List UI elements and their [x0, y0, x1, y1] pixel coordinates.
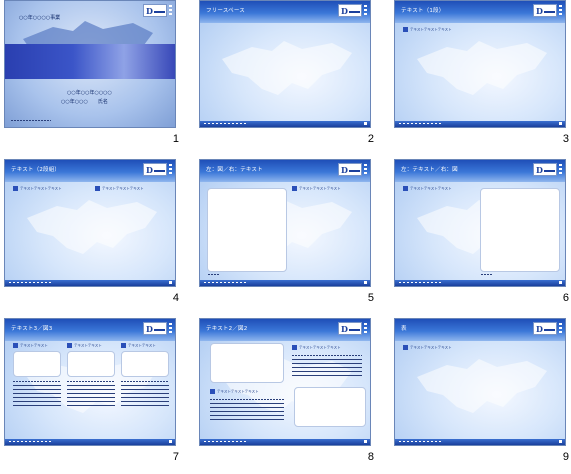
slide-number: 1	[172, 133, 179, 145]
world-map-icon	[27, 200, 157, 254]
slide-title: テキスト3／図3	[11, 326, 53, 332]
slide-thumbnail-5[interactable]: 左：図／右：テキスト D テキストテキストテキスト 5	[195, 159, 385, 315]
slide-title: 左：テキスト／右：図	[401, 167, 458, 173]
author-text: ○○年○○○ 氏名	[61, 99, 108, 105]
company-logo: D	[338, 4, 362, 17]
image-placeholder	[207, 188, 287, 272]
slide-thumbnail-4[interactable]: テキスト（2段組） D テキストテキストテキスト テキストテキストテキスト 4	[0, 159, 190, 315]
title-band	[5, 44, 175, 79]
slide-4[interactable]: テキスト（2段組） D テキストテキストテキスト テキストテキストテキスト	[4, 159, 176, 287]
grip-icon	[169, 5, 172, 15]
world-map-icon	[417, 359, 547, 413]
slide-number: 6	[562, 292, 569, 304]
slide-number: 8	[367, 451, 374, 463]
company-logo: D	[338, 322, 362, 335]
bullet-text: テキストテキスト	[67, 343, 102, 349]
image-placeholder	[210, 343, 284, 383]
image-placeholder	[67, 351, 115, 377]
slide-number: 3	[562, 133, 569, 145]
world-map-icon	[222, 41, 352, 95]
bullet-text: テキストテキストテキスト	[403, 186, 452, 192]
text-lines	[292, 355, 362, 356]
grip-icon	[169, 164, 172, 174]
slide-number: 7	[172, 451, 179, 463]
slide-title: フリースペース	[206, 8, 245, 14]
footer-dots	[11, 120, 51, 121]
text-lines	[121, 381, 169, 382]
slide-thumbnail-6[interactable]: 左：テキスト／右：図 D テキストテキストテキスト 6	[390, 159, 571, 315]
slide-2[interactable]: フリースペース D	[199, 0, 371, 128]
slide-title: テキスト（1段）	[401, 8, 445, 14]
grip-icon	[559, 164, 562, 174]
slide-footer	[395, 121, 565, 127]
slide-footer	[395, 439, 565, 445]
slide-thumbnail-7[interactable]: テキスト3／図3 D テキストテキスト テキストテキスト テキストテキスト 7	[0, 318, 190, 474]
grip-icon	[559, 5, 562, 15]
slide-number: 9	[562, 451, 569, 463]
slide-footer	[200, 121, 370, 127]
slide-number: 2	[367, 133, 374, 145]
grip-icon	[364, 5, 367, 15]
slide-thumbnail-8[interactable]: テキスト2／図2 D テキストテキストテキスト テキストテキストテキスト 8	[195, 318, 385, 474]
slide-title: テキスト（2段組）	[11, 167, 61, 173]
bullet-text: テキストテキストテキスト	[292, 345, 341, 351]
slide-title: テキスト2／図2	[206, 326, 248, 332]
slide-footer	[200, 439, 370, 445]
slide-5[interactable]: 左：図／右：テキスト D テキストテキストテキスト	[199, 159, 371, 287]
caption-dots	[208, 274, 220, 275]
grip-icon	[559, 323, 562, 333]
company-logo: D	[533, 163, 557, 176]
image-placeholder	[294, 387, 366, 427]
text-lines	[210, 399, 284, 400]
text-lines	[67, 381, 115, 382]
slide-thumbnail-9[interactable]: 表 D テキストテキストテキスト 9	[390, 318, 571, 474]
grip-icon	[169, 323, 172, 333]
grip-icon	[364, 323, 367, 333]
slide-thumbnail-2[interactable]: フリースペース D 2	[195, 0, 385, 156]
slide-1[interactable]: D ○○年○○○○事業 ○○年○○年○○○○ ○○年○○○ 氏名	[4, 0, 176, 128]
company-logo: D	[143, 163, 167, 176]
company-logo: D	[533, 4, 557, 17]
bullet-text: テキストテキスト	[13, 343, 48, 349]
bullet-text: テキストテキストテキスト	[292, 186, 341, 192]
slide-7[interactable]: テキスト3／図3 D テキストテキスト テキストテキスト テキストテキスト	[4, 318, 176, 446]
bullet-text: テキストテキストテキスト	[403, 345, 452, 351]
slide-title: 表	[401, 326, 407, 332]
bullet-text: テキストテキストテキスト	[95, 186, 144, 192]
image-placeholder	[13, 351, 61, 377]
slide-number: 4	[172, 292, 179, 304]
text-lines	[13, 381, 61, 382]
slide-number: 5	[367, 292, 374, 304]
company-logo: D	[533, 322, 557, 335]
slide-title: 左：図／右：テキスト	[206, 167, 263, 173]
slide-footer	[395, 280, 565, 286]
company-logo: D	[338, 163, 362, 176]
grip-icon	[364, 164, 367, 174]
bullet-text: テキストテキストテキスト	[210, 389, 259, 395]
company-logo: D	[143, 322, 167, 335]
slide-thumbnail-1[interactable]: D ○○年○○○○事業 ○○年○○年○○○○ ○○年○○○ 氏名 1	[0, 0, 190, 156]
bullet-text: テキストテキストテキスト	[403, 27, 452, 33]
slide-8[interactable]: テキスト2／図2 D テキストテキストテキスト テキストテキストテキスト	[199, 318, 371, 446]
bullet-text: テキストテキスト	[121, 343, 156, 349]
world-map-icon	[417, 41, 547, 95]
caption-dots	[481, 274, 493, 275]
slide-6[interactable]: 左：テキスト／右：図 D テキストテキストテキスト	[394, 159, 566, 287]
slide-footer	[5, 280, 175, 286]
slide-footer	[5, 439, 175, 445]
subtitle-text: ○○年○○年○○○○	[67, 90, 112, 96]
bullet-text: テキストテキストテキスト	[13, 186, 62, 192]
image-placeholder	[121, 351, 169, 377]
image-placeholder	[480, 188, 560, 272]
slide-3[interactable]: テキスト（1段） D テキストテキストテキスト	[394, 0, 566, 128]
slide-thumbnail-3[interactable]: テキスト（1段） D テキストテキストテキスト 3	[390, 0, 571, 156]
slide-9[interactable]: 表 D テキストテキストテキスト	[394, 318, 566, 446]
slide-footer	[200, 280, 370, 286]
